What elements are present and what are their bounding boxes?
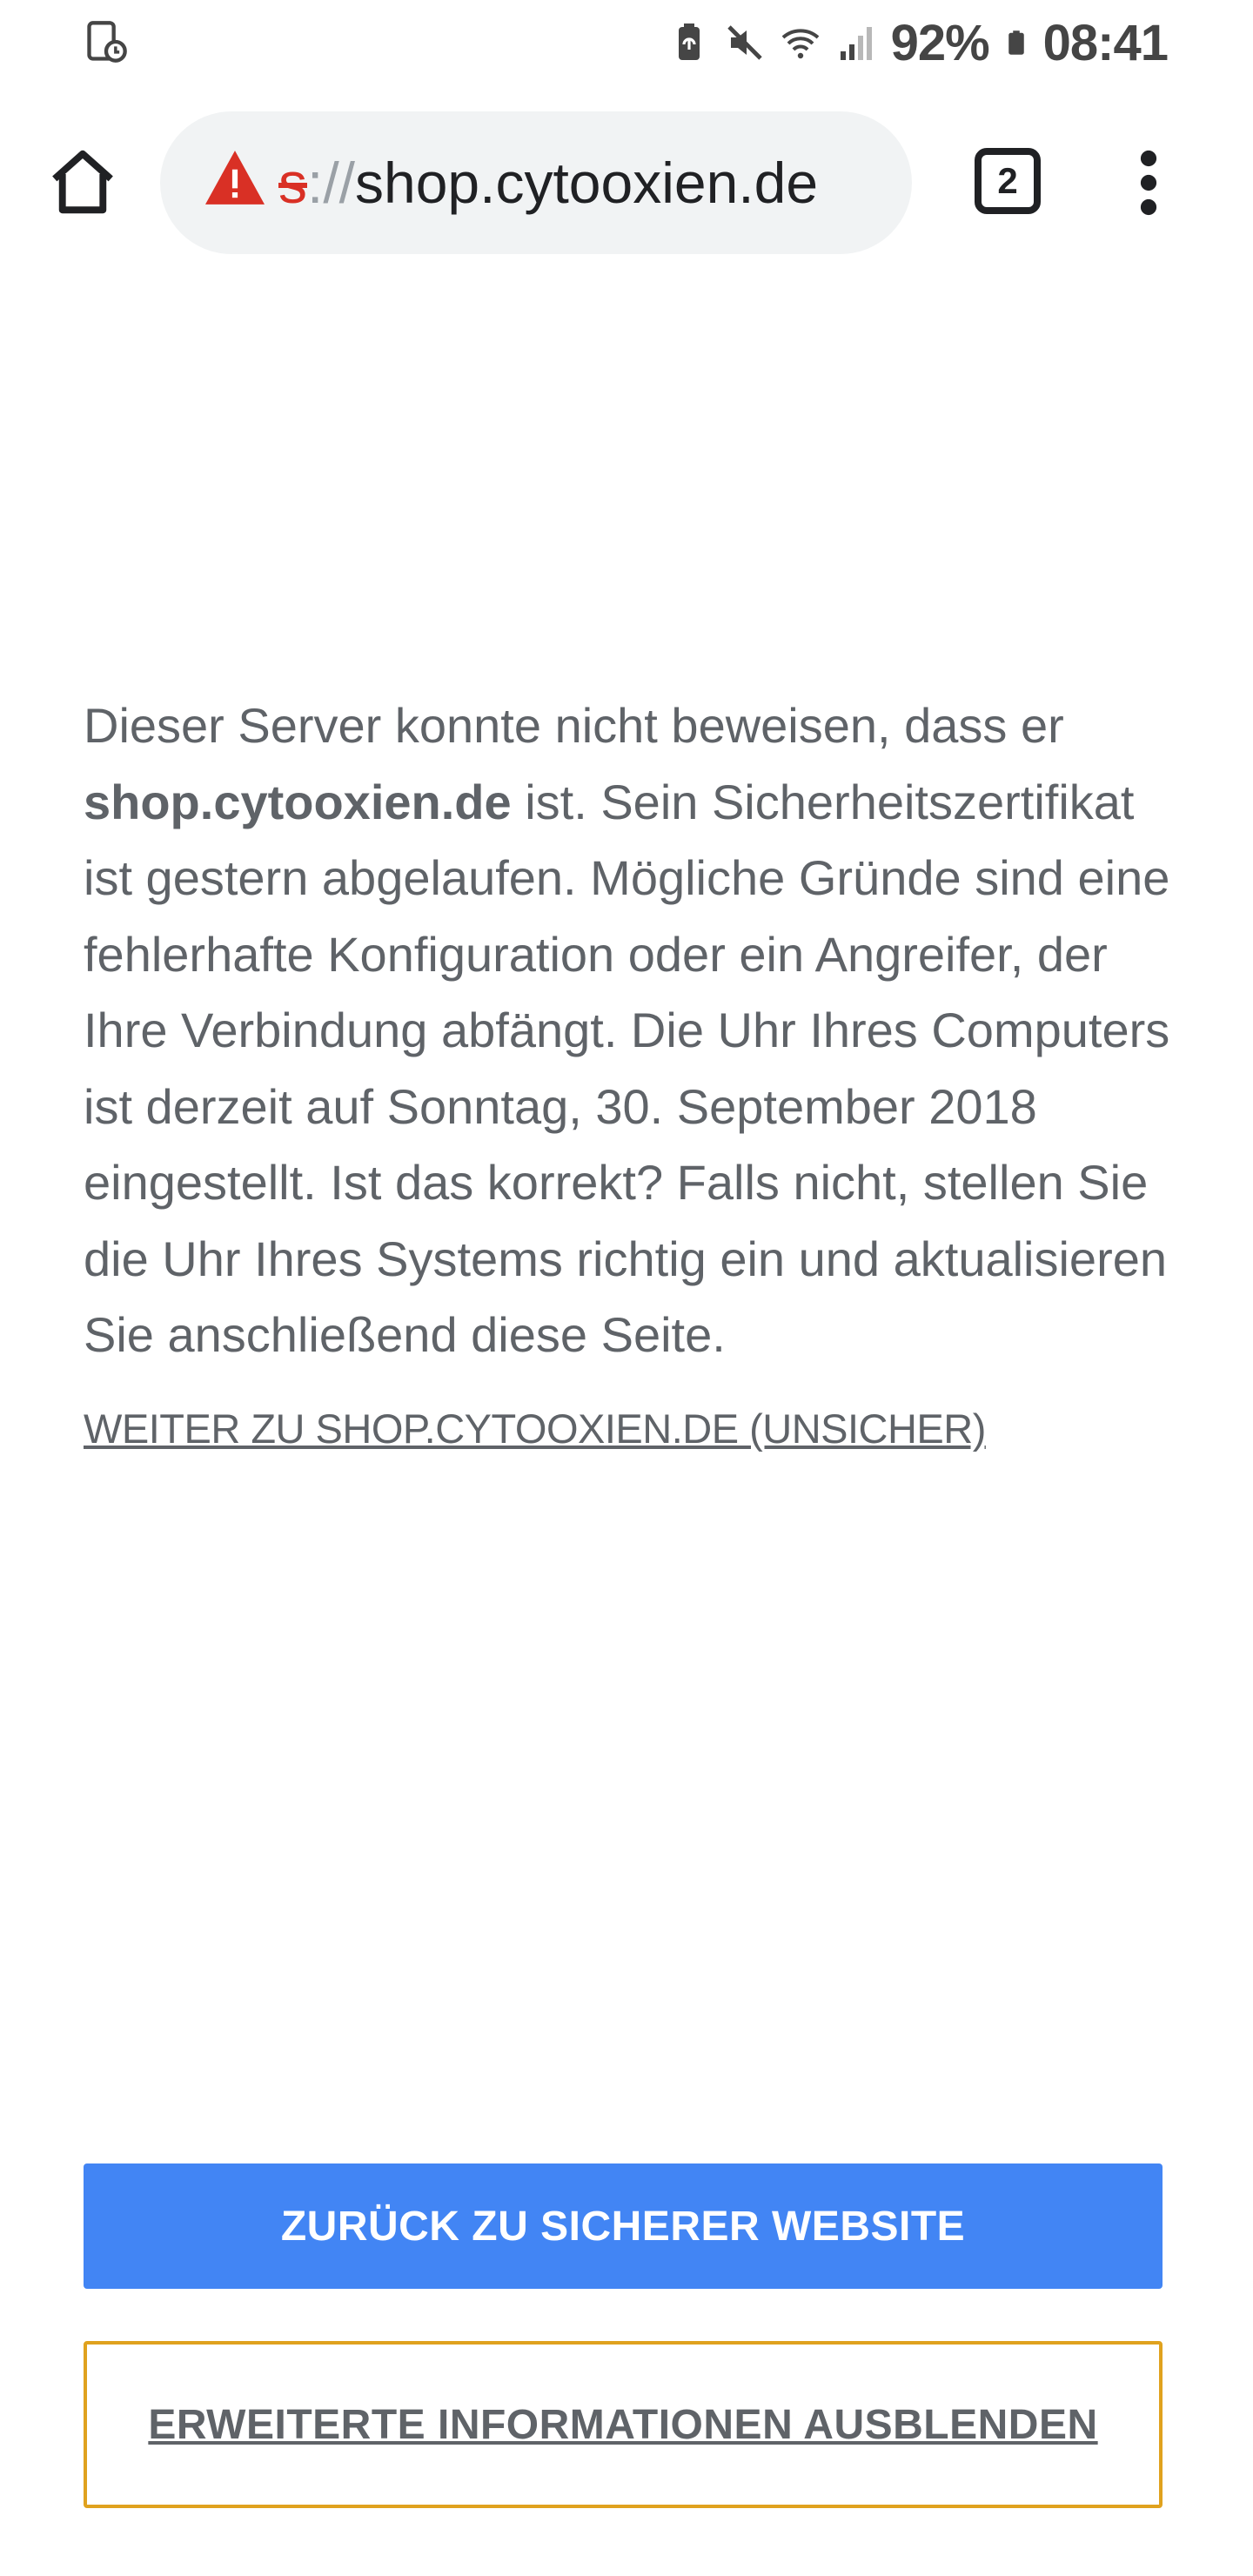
browser-toolbar: s://shop.cytooxien.de 2 [0,104,1253,261]
error-text-detail: ist. Sein Sicherheitszertifikat ist gest… [84,774,1170,1363]
url-text[interactable]: s://shop.cytooxien.de [278,111,818,254]
url-bar[interactable]: s://shop.cytooxien.de [160,111,912,254]
url-host: shop.cytooxien.de [355,151,819,215]
wifi-icon [781,29,819,59]
battery-percent: 92% [890,14,990,71]
back-to-safety-button[interactable]: ZURÜCK ZU SICHERER WEBSITE [84,2163,1163,2289]
tab-switcher-button[interactable]: 2 [975,148,1041,214]
error-text-intro: Dieser Server konnte nicht beweisen, das… [84,698,1064,753]
status-right: 92% 08:41 [668,12,1169,73]
mute-icon [727,25,762,60]
interstitial-content: Dieser Server konnte nicht beweisen, das… [84,688,1180,1452]
battery-saver-icon [678,23,700,60]
status-bar: 92% 08:41 [0,0,1253,87]
url-separator: :// [307,151,356,215]
battery-icon [1008,30,1024,55]
tablet-clock-icon [87,21,127,63]
hide-advanced-button[interactable]: ERWEITERTE INFORMATIONEN AUSBLENDEN [84,2341,1163,2508]
proceed-unsafe-link[interactable]: WEITER ZU SHOP.CYTOOXIEN.DE (UNSICHER) [84,1405,986,1452]
more-vert-icon[interactable] [1122,146,1175,219]
url-scheme: s [278,151,307,215]
home-icon[interactable] [45,144,120,219]
warning-icon[interactable] [202,148,268,207]
error-explanation: Dieser Server konnte nicht beweisen, das… [84,688,1180,1373]
signal-icon [840,27,872,60]
error-domain: shop.cytooxien.de [84,774,512,829]
clock: 08:41 [1042,14,1169,71]
